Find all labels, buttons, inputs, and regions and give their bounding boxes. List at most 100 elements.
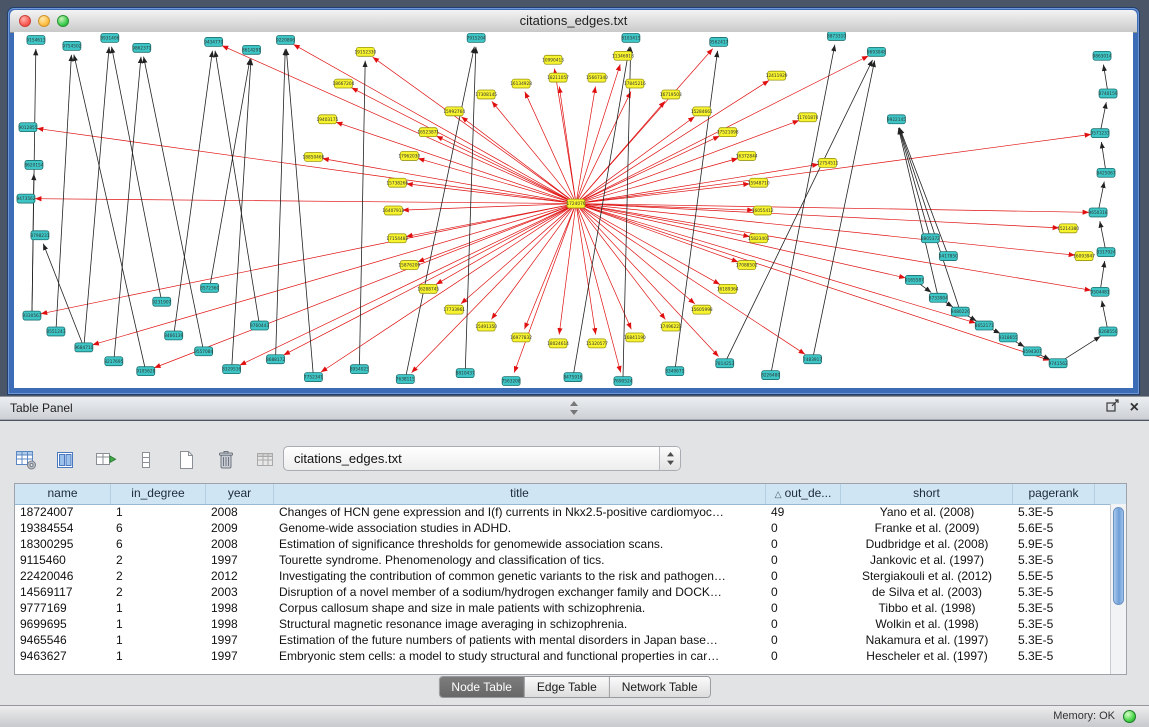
table-row[interactable]: 1872400712008Changes of HCN gene express… — [15, 504, 1111, 520]
cell-year[interactable]: 1997 — [206, 648, 274, 664]
graph-node[interactable]: 8954023 — [350, 365, 369, 374]
column-header-title[interactable]: title — [274, 484, 766, 504]
cell-pagerank[interactable]: 5.3E-5 — [1013, 632, 1095, 648]
graph-node[interactable]: 18211057 — [547, 73, 569, 82]
graph-node[interactable]: 8572360 — [200, 283, 219, 292]
cell-year[interactable]: 1997 — [206, 632, 274, 648]
tab-edge-table[interactable]: Edge Table — [525, 677, 610, 697]
network-canvas[interactable]: 1724076160554121582340117088502161893641… — [14, 32, 1133, 388]
graph-node[interactable]: 8740159 — [1099, 89, 1118, 98]
scrollbar-thumb[interactable] — [1113, 507, 1124, 605]
graph-node[interactable]: 9862371 — [132, 43, 151, 52]
table-settings-button[interactable] — [12, 447, 40, 473]
graph-node[interactable]: 9562417 — [709, 37, 728, 46]
graph-node[interactable]: 17088502 — [736, 261, 758, 270]
cell-short[interactable]: Dudbridge et al. (2008) — [841, 536, 1013, 552]
cell-title[interactable]: Genome-wide association studies in ADHD. — [274, 520, 766, 536]
graph-node[interactable]: 16093947 — [1073, 252, 1095, 261]
graph-node[interactable]: 9330567 — [22, 311, 41, 320]
cell-name[interactable]: 18300295 — [15, 536, 111, 552]
graph-node[interactable]: 8551243 — [46, 327, 65, 336]
cell-title[interactable]: Investigating the contribution of common… — [274, 568, 766, 584]
splitter-handle[interactable] — [567, 400, 581, 421]
column-header-pagerank[interactable]: pagerank — [1013, 484, 1095, 504]
cell-out_degree[interactable]: 0 — [766, 584, 841, 600]
table-row[interactable]: 1830029562008Estimation of significance … — [15, 536, 1111, 552]
column-header-year[interactable]: year — [206, 484, 274, 504]
cell-name[interactable]: 22420046 — [15, 568, 111, 584]
graph-node[interactable]: 8810437 — [456, 369, 475, 378]
graph-node[interactable]: 8475916 — [563, 373, 582, 382]
graph-node[interactable]: 9754502 — [62, 41, 81, 50]
graph-node[interactable]: 8340671 — [665, 367, 684, 376]
graph-node[interactable]: 16841190 — [624, 333, 646, 342]
graph-node[interactable]: 16719503 — [660, 90, 682, 99]
graph-node[interactable]: 17308145 — [475, 90, 497, 99]
cell-pagerank[interactable]: 5.3E-5 — [1013, 552, 1095, 568]
cell-short[interactable]: Hescheler et al. (1997) — [841, 648, 1013, 664]
cell-out_degree[interactable]: 0 — [766, 600, 841, 616]
cell-pagerank[interactable]: 5.3E-5 — [1013, 600, 1095, 616]
graph-node[interactable]: 7563208 — [502, 377, 521, 386]
graph-node[interactable]: 9220806 — [276, 35, 295, 44]
cell-out_degree[interactable]: 0 — [766, 552, 841, 568]
network-window-titlebar[interactable]: citations_edges.txt — [10, 10, 1137, 33]
graph-node[interactable]: 8733904 — [929, 293, 948, 302]
graph-node[interactable]: 9417850 — [939, 252, 958, 261]
cell-out_degree[interactable]: 0 — [766, 536, 841, 552]
graph-node[interactable]: 16055412 — [752, 206, 774, 215]
graph-node[interactable]: 8268550 — [1099, 327, 1118, 336]
graph-node[interactable]: 15320577 — [586, 339, 608, 348]
graph-node[interactable]: 7814253 — [715, 359, 734, 368]
graph-node[interactable]: 7752341 — [304, 373, 323, 382]
cell-title[interactable]: Structural magnetic resonance image aver… — [274, 616, 766, 632]
graph-node[interactable]: 9231907 — [152, 297, 171, 306]
graph-node[interactable]: 9693048 — [867, 47, 886, 56]
graph-node[interactable]: 9434770 — [204, 37, 223, 46]
table-row[interactable]: 946554611997Estimation of the future num… — [15, 632, 1111, 648]
graph-node[interactable]: 9760443 — [250, 321, 269, 330]
memory-status-icon[interactable] — [1123, 710, 1136, 723]
graph-node[interactable]: 8317924 — [1097, 248, 1116, 257]
graph-node[interactable]: 7638115 — [396, 375, 415, 384]
graph-node[interactable]: 17845216 — [624, 79, 646, 88]
cell-name[interactable]: 9463627 — [15, 648, 111, 664]
graph-node[interactable]: 16523871 — [417, 128, 439, 137]
graph-node[interactable]: 17154482 — [386, 234, 408, 243]
table-row[interactable]: 1456911722003Disruption of a novel membe… — [15, 584, 1111, 600]
graph-node[interactable]: 18024614 — [547, 339, 569, 348]
cell-in_degree[interactable]: 1 — [111, 504, 206, 520]
cell-name[interactable]: 9465546 — [15, 632, 111, 648]
cell-title[interactable]: Estimation of the future numbers of pati… — [274, 632, 766, 648]
graph-node[interactable]: 15491350 — [475, 322, 497, 331]
table-selector-combo[interactable]: citations_edges.txt — [283, 446, 681, 471]
graph-node[interactable]: 8652171 — [975, 321, 994, 330]
cell-in_degree[interactable]: 6 — [111, 536, 206, 552]
graph-node[interactable]: 15738266 — [386, 178, 408, 187]
delete-button[interactable] — [212, 447, 240, 473]
graph-node[interactable]: 15284661 — [691, 107, 713, 116]
close-panel-icon[interactable]: × — [1130, 400, 1139, 416]
column-header-short[interactable]: short — [841, 484, 1013, 504]
graph-node[interactable]: 12754511 — [817, 158, 839, 167]
cell-pagerank[interactable]: 5.6E-5 — [1013, 520, 1095, 536]
table-row[interactable]: 1938455462009Genome-wide association stu… — [15, 520, 1111, 536]
column-header-name[interactable]: name — [15, 484, 111, 504]
graph-node[interactable]: 8329516 — [222, 365, 241, 374]
graph-node[interactable]: 8103415 — [621, 33, 640, 42]
cell-name[interactable]: 19384554 — [15, 520, 111, 536]
graph-node[interactable]: 15948710 — [748, 178, 770, 187]
graph-node[interactable]: 16372844 — [736, 151, 758, 160]
graph-node[interactable]: 17521098 — [717, 128, 739, 137]
cell-in_degree[interactable]: 1 — [111, 616, 206, 632]
cell-short[interactable]: Tibbo et al. (1998) — [841, 600, 1013, 616]
graph-node[interactable]: 9165587 — [905, 275, 924, 284]
cell-title[interactable]: Disruption of a novel member of a sodium… — [274, 584, 766, 600]
cell-pagerank[interactable]: 5.3E-5 — [1013, 648, 1095, 664]
graph-node[interactable]: 9922145 — [887, 115, 906, 124]
graph-node[interactable]: 8873310 — [827, 32, 846, 40]
float-panel-icon[interactable] — [1106, 399, 1120, 417]
cell-pagerank[interactable]: 5.5E-5 — [1013, 568, 1095, 584]
graph-node[interactable]: 8594307 — [1023, 347, 1042, 356]
cell-title[interactable]: Corpus callosum shape and size in male p… — [274, 600, 766, 616]
